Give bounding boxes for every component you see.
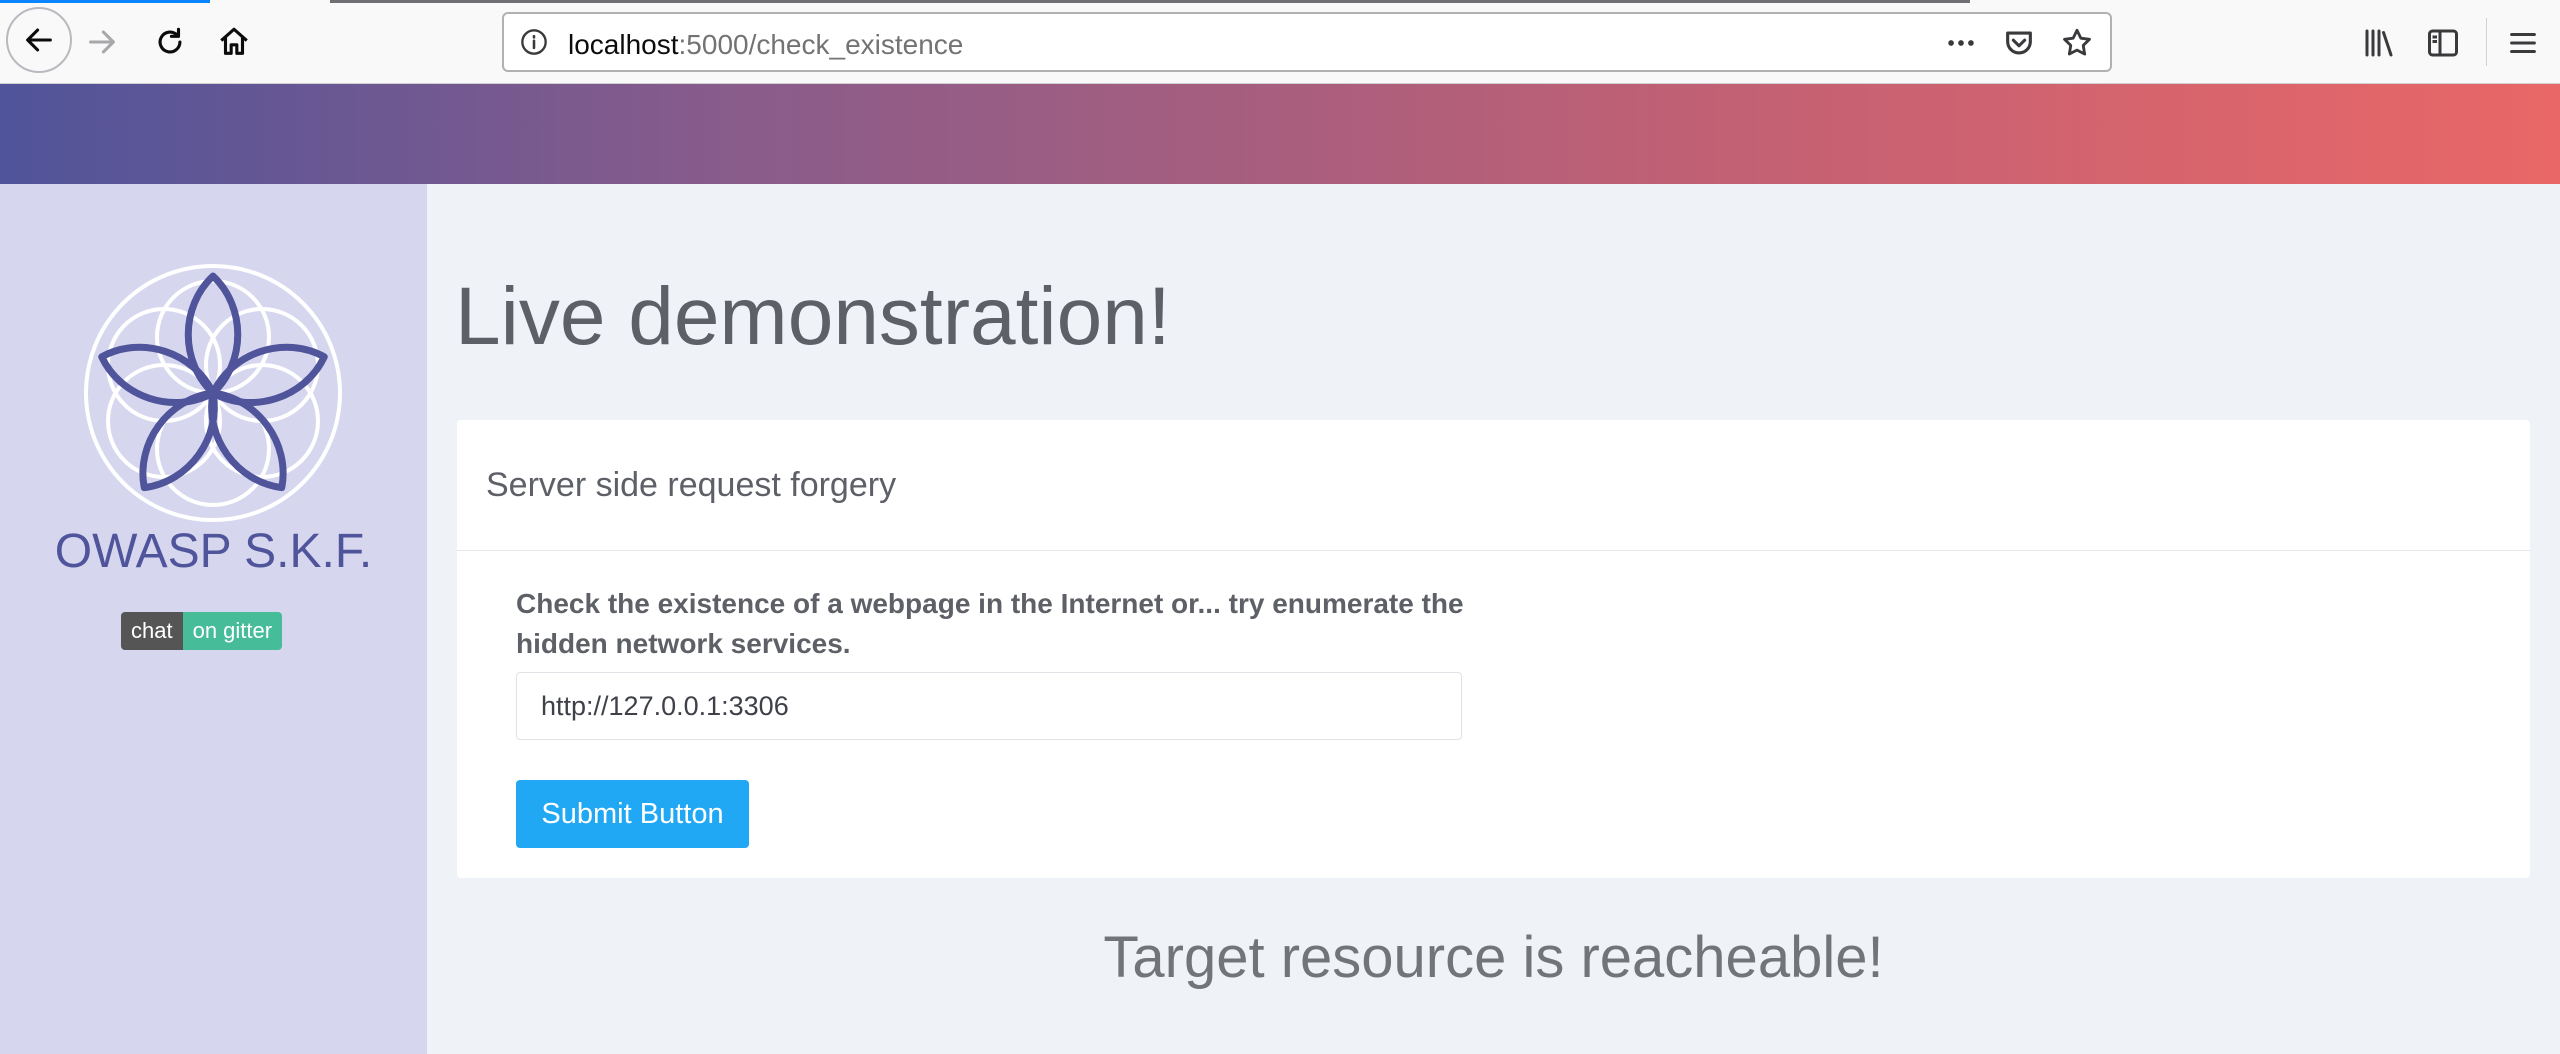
- sidebar-icon: [2428, 29, 2458, 57]
- tab-indicator: [330, 0, 1970, 3]
- tab-indicator: [0, 0, 210, 3]
- menu-button[interactable]: [2504, 24, 2542, 62]
- address-bar[interactable]: localhost:5000/check_existence: [502, 12, 2112, 72]
- reload-icon: [158, 27, 182, 54]
- page-title: Live demonstration!: [455, 271, 1171, 362]
- owasp-skf-logo: [84, 264, 342, 522]
- info-icon[interactable]: [520, 28, 548, 56]
- badge-value: on gitter: [182, 612, 283, 650]
- arrow-right-icon: [89, 30, 115, 54]
- url-actions: [1944, 26, 2094, 60]
- bookmark-button[interactable]: [2060, 26, 2094, 60]
- url-text[interactable]: localhost:5000/check_existence: [568, 29, 963, 61]
- brand-name: OWASP S.K.F.: [54, 525, 373, 578]
- browser-toolbar: localhost:5000/check_existence: [0, 0, 2560, 84]
- url-field-label: Check the existence of a webpage in the …: [516, 588, 1464, 659]
- submit-button[interactable]: Submit Button: [516, 780, 749, 848]
- sidebar-toggle-button[interactable]: [2424, 24, 2462, 62]
- home-icon: [220, 27, 248, 55]
- pocket-button[interactable]: [2002, 26, 2036, 60]
- forward-button[interactable]: [80, 20, 124, 64]
- reload-button[interactable]: [148, 20, 192, 64]
- star-icon: [2063, 28, 2091, 56]
- back-button[interactable]: [6, 7, 72, 73]
- toolbar-separator: [2486, 18, 2487, 66]
- home-button[interactable]: [212, 20, 256, 64]
- url-host: localhost: [568, 29, 679, 60]
- hamburger-menu-icon: [2510, 32, 2536, 54]
- url-path: :5000/check_existence: [678, 29, 964, 60]
- result-message: Target resource is reacheable!: [1103, 925, 1884, 990]
- card-title: Server side request forgery: [457, 420, 2530, 551]
- more-horizontal-icon: [1948, 40, 1974, 46]
- pocket-icon: [2006, 31, 2032, 55]
- library-icon: [2365, 29, 2393, 57]
- challenge-card: Server side request forgery Check the ex…: [457, 420, 2530, 878]
- arrow-left-icon: [26, 28, 52, 52]
- library-button[interactable]: [2360, 24, 2398, 62]
- sidebar: OWASP S.K.F. chat on gitter: [0, 184, 427, 1054]
- page-actions-button[interactable]: [1944, 26, 1978, 60]
- gitter-chat-badge[interactable]: chat on gitter: [121, 612, 283, 650]
- url-input[interactable]: [516, 672, 1462, 740]
- badge-label: chat: [121, 612, 183, 650]
- page-header-banner: [0, 84, 2560, 184]
